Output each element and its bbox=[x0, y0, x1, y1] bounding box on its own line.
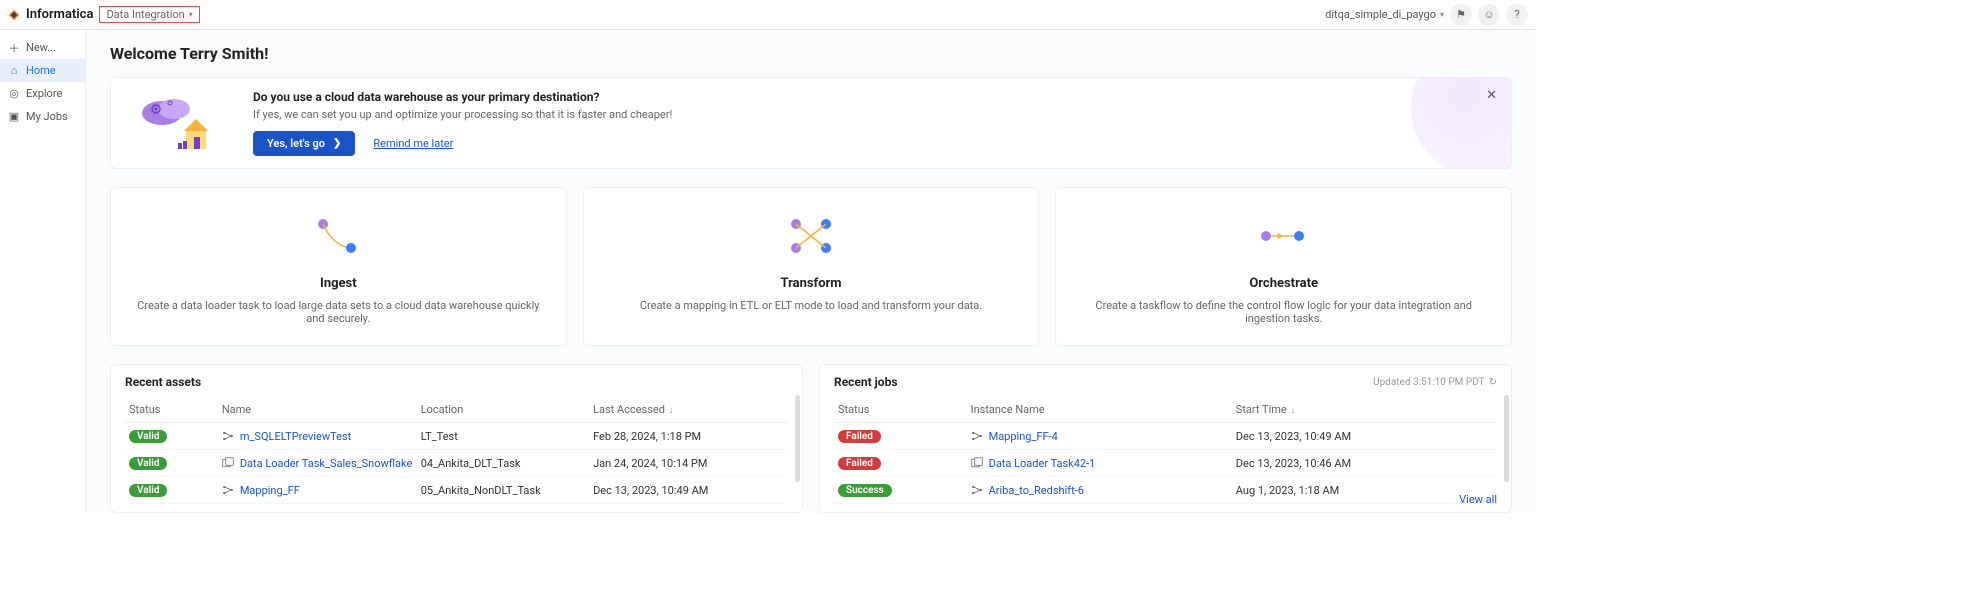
plus-icon: ＋ bbox=[8, 42, 20, 54]
col-instance[interactable]: Instance Name bbox=[967, 397, 1232, 423]
job-start: Dec 13, 2023, 10:46 AM bbox=[1232, 450, 1497, 477]
sidebar-new-label: New... bbox=[26, 41, 56, 54]
sidebar-item-myjobs[interactable]: ▣ My Jobs bbox=[0, 105, 85, 128]
asset-location: 04_Ankita_DLT_Task bbox=[417, 450, 589, 477]
sidebar: ＋ New... ⌂ Home ◎ Explore ▣ My Jobs bbox=[0, 30, 86, 513]
sidebar-item-home[interactable]: ⌂ Home bbox=[0, 59, 85, 82]
table-row: Success Ariba_to_Redshift-6 Aug 1, 2023, 1… bbox=[834, 477, 1497, 504]
sort-down-icon: ↓ bbox=[1291, 406, 1296, 416]
compass-icon: ◎ bbox=[8, 88, 20, 100]
asset-last: Jan 24, 2024, 10:14 PM bbox=[589, 450, 788, 477]
product-label: Data Integration bbox=[106, 8, 184, 21]
recent-jobs-panel: Recent jobs Updated 3:51:10 PM PDT ↻ Sta… bbox=[819, 364, 1512, 513]
quickstart-cards: Ingest Create a data loader task to load… bbox=[110, 187, 1512, 346]
card-desc: Create a data loader task to load large … bbox=[135, 299, 542, 325]
topbar: Informatica Data Integration ▾ ditqa_sim… bbox=[0, 0, 1536, 30]
scrollbar[interactable] bbox=[795, 395, 800, 482]
user-icon[interactable]: ☺ bbox=[1478, 4, 1500, 26]
col-location[interactable]: Location bbox=[417, 397, 589, 423]
transform-illustration bbox=[608, 208, 1015, 264]
recent-assets-table: Status Name Location Last Accessed↓ Vali… bbox=[125, 397, 788, 504]
refresh-icon[interactable]: ↻ bbox=[1489, 377, 1497, 388]
panels-row: Recent assets Status Name Location Last … bbox=[110, 364, 1512, 513]
col-start[interactable]: Start Time↓ bbox=[1232, 397, 1497, 423]
status-badge: Failed bbox=[838, 430, 881, 443]
promo-remind-link[interactable]: Remind me later bbox=[373, 137, 453, 150]
promo-subtitle: If yes, we can set you up and optimize y… bbox=[253, 108, 672, 121]
org-switcher[interactable]: ditqa_simple_di_paygo ▾ bbox=[1325, 8, 1444, 21]
sidebar-item-explore[interactable]: ◎ Explore bbox=[0, 82, 85, 105]
card-orchestrate[interactable]: Orchestrate Create a taskflow to define … bbox=[1055, 187, 1512, 346]
help-icon[interactable]: ? bbox=[1506, 4, 1528, 26]
status-badge: Valid bbox=[129, 457, 167, 470]
promo-cta-button[interactable]: Yes, let's go ❯ bbox=[253, 131, 355, 156]
promo-title: Do you use a cloud data warehouse as you… bbox=[253, 90, 672, 104]
asset-last: Dec 13, 2023, 10:49 AM bbox=[589, 477, 788, 504]
sidebar-new[interactable]: ＋ New... bbox=[0, 36, 85, 59]
arrow-right-icon: ❯ bbox=[333, 138, 341, 149]
welcome-heading: Welcome Terry Smith! bbox=[110, 44, 1512, 63]
card-transform[interactable]: Transform Create a mapping in ETL or ELT… bbox=[583, 187, 1040, 346]
informatica-logo-icon bbox=[8, 9, 20, 21]
sidebar-item-label: My Jobs bbox=[26, 110, 68, 123]
asset-last: Feb 28, 2024, 1:18 PM bbox=[589, 423, 788, 450]
table-row: Valid m_SQLELTPreviewTest LT_TestFeb 28, 2… bbox=[125, 423, 788, 450]
home-icon: ⌂ bbox=[8, 65, 20, 77]
recent-assets-title: Recent assets bbox=[125, 375, 788, 389]
view-all-link[interactable]: View all bbox=[1459, 493, 1497, 506]
brand-text: Informatica bbox=[26, 7, 93, 22]
job-start: Dec 13, 2023, 10:49 AM bbox=[1232, 423, 1497, 450]
recent-assets-panel: Recent assets Status Name Location Last … bbox=[110, 364, 803, 513]
card-title: Orchestrate bbox=[1080, 276, 1487, 291]
card-title: Ingest bbox=[135, 276, 542, 291]
sort-down-icon: ↓ bbox=[669, 406, 674, 416]
brand-logo: Informatica bbox=[8, 7, 93, 22]
sidebar-item-label: Explore bbox=[26, 87, 62, 100]
asset-link[interactable]: Data Loader Task_Sales_Snowflake bbox=[240, 457, 412, 470]
table-row: Valid Mapping_FF 05_Ankita_NonDLT_TaskDec … bbox=[125, 477, 788, 504]
col-last-accessed[interactable]: Last Accessed↓ bbox=[589, 397, 788, 423]
asset-location: 05_Ankita_NonDLT_Task bbox=[417, 477, 589, 504]
updated-timestamp: Updated 3:51:10 PM PDT ↻ bbox=[1373, 377, 1497, 388]
chevron-down-icon: ▾ bbox=[189, 10, 193, 19]
asset-link[interactable]: Mapping_FF bbox=[240, 484, 300, 497]
org-label: ditqa_simple_di_paygo bbox=[1325, 8, 1436, 21]
col-name[interactable]: Name bbox=[218, 397, 417, 423]
chevron-down-icon: ▾ bbox=[1440, 10, 1444, 19]
topbar-right: ditqa_simple_di_paygo ▾ ⚑ ☺ ? bbox=[1325, 4, 1528, 26]
asset-link[interactable]: m_SQLELTPreviewTest bbox=[240, 430, 351, 443]
close-icon[interactable]: ✕ bbox=[1486, 88, 1497, 103]
promo-cta-label: Yes, let's go bbox=[267, 137, 325, 150]
ingest-illustration bbox=[135, 208, 542, 264]
job-link[interactable]: Mapping_FF-4 bbox=[989, 430, 1058, 443]
job-link[interactable]: Ariba_to_Redshift-6 bbox=[989, 484, 1084, 497]
asset-location: LT_Test bbox=[417, 423, 589, 450]
orchestrate-illustration bbox=[1080, 208, 1487, 264]
main-content: Welcome Terry Smith! Do you us bbox=[86, 30, 1536, 513]
promo-body: Do you use a cloud data warehouse as you… bbox=[253, 90, 672, 156]
notifications-icon[interactable]: ⚑ bbox=[1450, 4, 1472, 26]
table-row: Failed Data Loader Task42-1 Dec 13, 2023, … bbox=[834, 450, 1497, 477]
clipboard-icon: ▣ bbox=[8, 111, 20, 123]
status-badge: Valid bbox=[129, 484, 167, 497]
product-switcher[interactable]: Data Integration ▾ bbox=[99, 6, 199, 23]
card-title: Transform bbox=[608, 276, 1015, 291]
status-badge: Success bbox=[838, 484, 892, 497]
status-badge: Valid bbox=[129, 430, 167, 443]
recent-jobs-table: Status Instance Name Start Time↓ Failed M… bbox=[834, 397, 1497, 504]
sidebar-item-label: Home bbox=[26, 64, 56, 77]
card-desc: Create a taskflow to define the control … bbox=[1080, 299, 1487, 325]
promo-illustration bbox=[129, 88, 229, 158]
table-row: Valid Data Loader Task_Sales_Snowflake 04_… bbox=[125, 450, 788, 477]
card-ingest[interactable]: Ingest Create a data loader task to load… bbox=[110, 187, 567, 346]
col-status[interactable]: Status bbox=[834, 397, 967, 423]
card-desc: Create a mapping in ETL or ELT mode to l… bbox=[608, 299, 1015, 312]
job-start: Aug 1, 2023, 1:18 AM bbox=[1232, 477, 1497, 504]
col-status[interactable]: Status bbox=[125, 397, 218, 423]
table-row: Failed Mapping_FF-4 Dec 13, 2023, 10:49 AM bbox=[834, 423, 1497, 450]
job-link[interactable]: Data Loader Task42-1 bbox=[989, 457, 1096, 470]
scrollbar[interactable] bbox=[1504, 395, 1509, 482]
promo-banner: Do you use a cloud data warehouse as you… bbox=[110, 77, 1512, 169]
status-badge: Failed bbox=[838, 457, 881, 470]
